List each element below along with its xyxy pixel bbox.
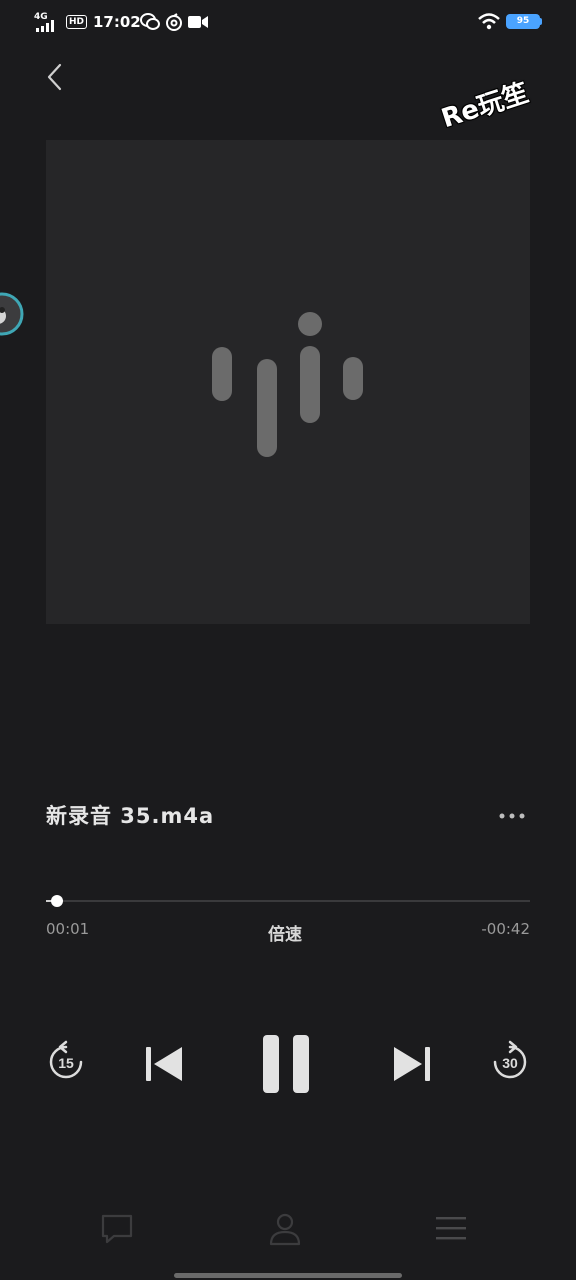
rewind-seconds: 15	[58, 1055, 74, 1071]
recording-logo-icon	[212, 312, 363, 457]
forward-icon: 30	[493, 1040, 527, 1079]
person-icon	[269, 1213, 301, 1246]
home-indicator[interactable]	[174, 1273, 402, 1278]
remaining-time: -00:42	[481, 920, 530, 938]
signal-icon	[36, 20, 54, 32]
watermark: Re玩笙	[437, 78, 533, 135]
back-button[interactable]	[38, 58, 74, 98]
assistant-bubble-icon	[0, 292, 24, 336]
album-cover	[46, 140, 530, 624]
netease-music-icon	[166, 13, 182, 31]
menu-icon	[436, 1217, 466, 1240]
pause-icon	[263, 1035, 309, 1093]
speed-button[interactable]: 倍速	[268, 920, 302, 945]
elapsed-time: 00:01	[46, 920, 90, 938]
playlist-button[interactable]	[432, 1210, 470, 1248]
comment-icon	[101, 1214, 133, 1244]
more-options-button[interactable]	[498, 806, 528, 826]
profile-button[interactable]	[266, 1210, 304, 1248]
video-icon	[188, 16, 208, 28]
rewind-15-button[interactable]: 15	[44, 1040, 88, 1084]
progress-knob[interactable]	[51, 895, 63, 907]
status-time: 17:02	[93, 13, 141, 31]
battery-tip	[540, 18, 542, 25]
hd-badge: HD	[66, 15, 88, 29]
rewind-icon: 15	[49, 1040, 83, 1079]
more-horizontal-icon	[499, 813, 525, 819]
pause-button[interactable]	[256, 1032, 320, 1096]
battery-indicator: 95	[506, 14, 540, 29]
previous-button[interactable]	[140, 1040, 188, 1088]
progress-track[interactable]	[46, 900, 530, 902]
comment-button[interactable]	[98, 1210, 136, 1248]
forward-seconds: 30	[502, 1055, 518, 1071]
floating-assistant-button[interactable]	[0, 290, 24, 338]
status-bar: 4G HD 17:02 95	[0, 0, 576, 44]
chevron-left-icon	[47, 63, 62, 91]
wechat-icon	[140, 13, 160, 30]
skip-next-icon	[394, 1047, 430, 1081]
track-title: 新录音 35.m4a	[46, 804, 215, 828]
next-button[interactable]	[388, 1040, 436, 1088]
wifi-icon	[478, 13, 500, 30]
forward-30-button[interactable]: 30	[488, 1040, 532, 1084]
skip-previous-icon	[146, 1047, 182, 1081]
